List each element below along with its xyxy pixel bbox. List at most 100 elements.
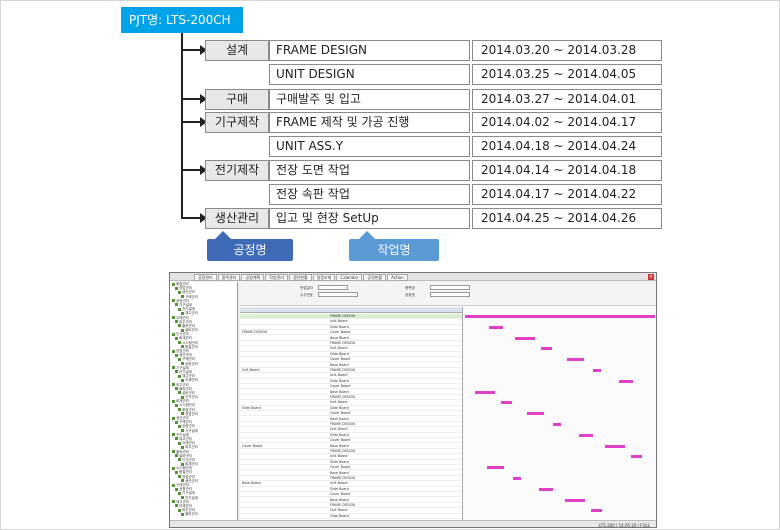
gantt-bar[interactable]	[605, 444, 625, 448]
task-cell: 입고 및 현장 SetUp	[269, 208, 470, 229]
folder-icon	[178, 290, 181, 294]
gantt-bar[interactable]	[619, 379, 633, 383]
gantt-bar[interactable]	[631, 455, 642, 459]
tree-branch-arrow	[181, 165, 207, 175]
grid-cell: Slide Board	[330, 351, 349, 356]
folder-icon	[172, 450, 175, 453]
grid-cell: Base Board	[330, 389, 349, 394]
task-cell: 전장 도면 작업	[269, 160, 470, 181]
folder-icon	[172, 466, 175, 470]
folder-icon	[178, 374, 181, 378]
folder-icon	[181, 378, 184, 382]
slide-frame: PJT명: LTS-200CH 설계 FRAME DESIGN 2014.03.…	[0, 0, 780, 530]
app-sidebar-tree: 품질관리 영업관리 생산관리 구매관리 공정관리 기구설계 전기설계 재고관리 자재관리 외주관리…	[170, 282, 238, 520]
gantt-bar[interactable]	[565, 498, 585, 502]
task-cell: UNIT DESIGN	[269, 64, 470, 85]
app-tab[interactable]: 공정현황	[363, 274, 387, 281]
folder-icon	[172, 399, 175, 403]
gantt-bar[interactable]	[475, 390, 495, 394]
folder-icon	[172, 299, 175, 303]
gantt-bar[interactable]	[591, 509, 602, 513]
gantt-bar[interactable]	[541, 347, 552, 351]
grid-cell: FRAME DESIGN	[330, 341, 355, 345]
grid-cell: Base Board	[330, 416, 349, 421]
gantt-bar[interactable]	[593, 369, 601, 372]
status-text: LTS-200 | 14.05.20 | FULL	[598, 523, 650, 528]
grid-cell: Slide Board	[330, 486, 349, 491]
folder-icon	[178, 475, 181, 479]
folder-icon	[178, 408, 181, 412]
grid-cell: FRAME DESIGN	[330, 314, 355, 318]
gantt-bar[interactable]	[465, 315, 655, 318]
schedule-grid: FRAME DESIGN Unit Board Slide Board FRAME D…	[240, 307, 656, 520]
process-cell: 구매	[205, 89, 269, 110]
filter-input[interactable]	[318, 292, 358, 297]
folder-icon	[175, 403, 178, 407]
process-cell: 기구제작	[205, 112, 269, 133]
grid-cell: Base Board	[330, 443, 349, 448]
filter-input[interactable]	[430, 292, 470, 297]
folder-icon	[181, 362, 184, 366]
process-name-callout: 공정명	[207, 231, 293, 261]
folder-icon	[172, 383, 175, 386]
gantt-bar[interactable]	[515, 336, 535, 340]
app-tab[interactable]: Calendar	[336, 274, 363, 281]
grid-cell: Cover Board	[330, 330, 351, 335]
date-range-cell: 2014.04.02 ~ 2014.04.17	[472, 112, 662, 133]
app-tab[interactable]: Action	[387, 274, 408, 281]
gantt-bar[interactable]	[527, 412, 544, 416]
filter-input[interactable]	[318, 285, 348, 290]
task-name-callout: 작업명	[349, 231, 439, 261]
folder-icon	[178, 441, 181, 445]
grid-cell: Cover Board	[330, 411, 351, 416]
filter-input[interactable]	[430, 285, 470, 290]
app-status-bar: LTS-200 | 14.05.20 | FULL	[170, 520, 656, 528]
grid-cell: FRAME DESIGN	[330, 476, 355, 480]
task-cell: FRAME DESIGN	[269, 40, 470, 61]
filter-label: 공정명	[405, 293, 415, 297]
close-icon[interactable]: ×	[648, 274, 654, 280]
date-range-cell: 2014.04.18 ~ 2014.04.24	[472, 136, 662, 157]
filter-label: 수주번호	[300, 293, 313, 297]
folder-icon	[178, 307, 181, 311]
folder-icon	[175, 487, 178, 491]
gantt-bar[interactable]	[487, 466, 504, 470]
tree-branch-arrow	[181, 117, 207, 127]
gantt-chart-area	[462, 307, 656, 520]
app-tab[interactable]: 일정조회	[312, 274, 336, 281]
gantt-bar[interactable]	[567, 358, 584, 362]
folder-icon	[175, 353, 178, 357]
gantt-bar[interactable]	[579, 433, 593, 437]
folder-icon	[178, 491, 181, 495]
gantt-bar[interactable]	[501, 401, 512, 405]
grid-cell: Slide Board	[330, 432, 349, 437]
app-tab[interactable]: 공정계획	[241, 274, 265, 281]
gantt-bar[interactable]	[489, 325, 503, 329]
gantt-bar[interactable]	[539, 487, 553, 491]
folder-icon	[175, 320, 178, 324]
app-tab[interactable]: 작업관리	[265, 274, 288, 281]
app-tab[interactable]: 공정관리	[194, 274, 217, 281]
date-range-cell: 2014.04.17 ~ 2014.04.22	[472, 184, 662, 205]
folder-icon	[181, 479, 184, 483]
gantt-bar[interactable]	[513, 477, 521, 480]
date-range-cell: 2014.04.14 ~ 2014.04.18	[472, 160, 662, 181]
folder-icon	[181, 445, 184, 449]
grid-cell: Base Board	[330, 335, 349, 340]
grid-cell: Slide Board	[330, 324, 349, 329]
app-tab[interactable]: 생산현황	[288, 274, 312, 281]
grid-cell: Unit Board	[330, 427, 348, 432]
app-tab[interactable]: 품목관리	[217, 274, 241, 281]
gantt-bar[interactable]	[553, 423, 561, 426]
sidebar-tree-item[interactable]: 출하관리	[170, 512, 237, 516]
date-range-cell: 2014.03.25 ~ 2014.04.05	[472, 64, 662, 85]
folder-icon	[175, 454, 178, 458]
task-cell: 전장 속판 작업	[269, 184, 470, 205]
folder-icon	[172, 366, 175, 370]
sidebar-tree-label: 출하관리	[185, 512, 198, 517]
grid-cell: Slide Board	[330, 405, 349, 410]
grid-cell: Slide Board	[242, 405, 261, 410]
embedded-app-screenshot: 공정관리 품목관리 공정계획 작업관리 생산현황 일정조회 Calendar 공정현황 Acti…	[169, 272, 657, 528]
folder-icon	[172, 349, 175, 353]
process-cell: 전기제작	[205, 160, 269, 181]
